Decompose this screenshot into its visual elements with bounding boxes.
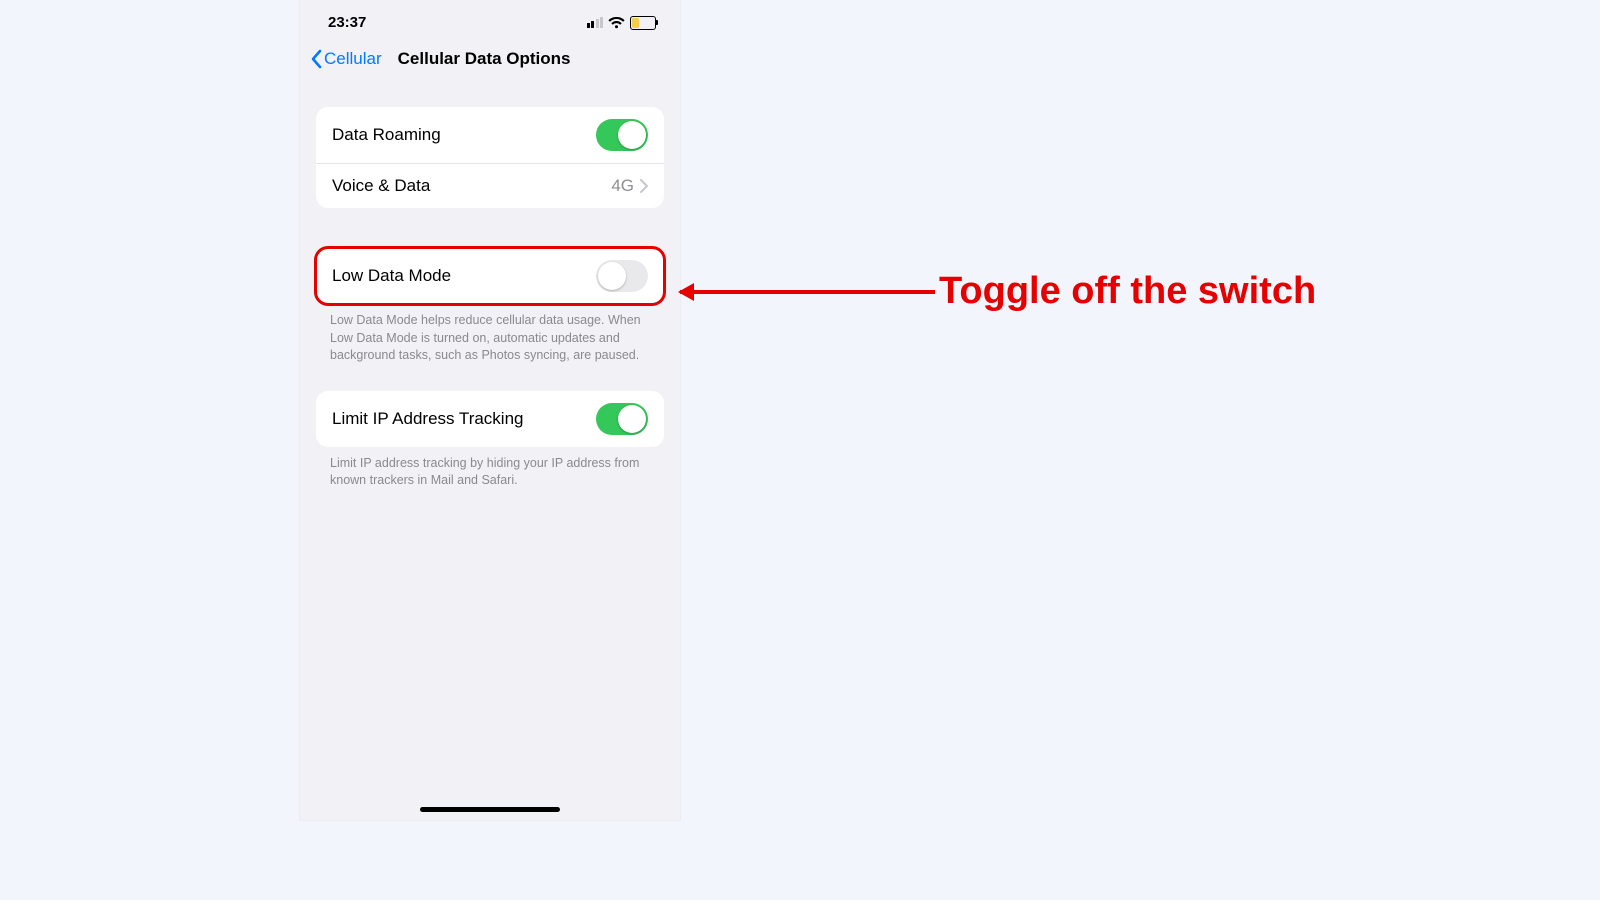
row-low-data-mode[interactable]: Low Data Mode xyxy=(316,248,664,304)
low-data-mode-toggle[interactable] xyxy=(596,260,648,292)
data-roaming-toggle[interactable] xyxy=(596,119,648,151)
cellular-signal-icon xyxy=(587,17,604,28)
nav-header: Cellular Cellular Data Options xyxy=(300,37,680,83)
wifi-icon xyxy=(608,17,625,29)
limit-ip-toggle[interactable] xyxy=(596,403,648,435)
row-data-roaming[interactable]: Data Roaming xyxy=(316,107,664,163)
limit-ip-footer: Limit IP address tracking by hiding your… xyxy=(300,447,680,490)
voice-data-value: 4G xyxy=(611,176,634,196)
chevron-left-icon xyxy=(310,49,322,69)
row-limit-ip[interactable]: Limit IP Address Tracking xyxy=(316,391,664,447)
group-limit-ip: Limit IP Address Tracking xyxy=(316,391,664,447)
annotation: Toggle off the switch xyxy=(680,270,1580,313)
back-button[interactable]: Cellular xyxy=(310,49,382,69)
back-label: Cellular xyxy=(324,49,382,69)
battery-icon xyxy=(630,16,656,30)
phone-screen: 23:37 Cellular Cellular Data Options Dat… xyxy=(300,0,680,820)
group-low-data-mode: Low Data Mode xyxy=(316,248,664,304)
row-label: Low Data Mode xyxy=(332,266,451,286)
status-indicators xyxy=(587,16,657,30)
page-title: Cellular Data Options xyxy=(398,49,571,69)
row-label: Voice & Data xyxy=(332,176,430,196)
annotation-arrow-icon xyxy=(680,290,935,294)
row-label: Data Roaming xyxy=(332,125,441,145)
annotation-text: Toggle off the switch xyxy=(939,270,1316,313)
low-data-footer: Low Data Mode helps reduce cellular data… xyxy=(300,304,680,365)
status-bar: 23:37 xyxy=(300,0,680,37)
row-voice-data[interactable]: Voice & Data 4G xyxy=(316,163,664,208)
group-network: Data Roaming Voice & Data 4G xyxy=(316,107,664,208)
row-label: Limit IP Address Tracking xyxy=(332,409,524,429)
home-indicator[interactable] xyxy=(420,807,560,812)
chevron-right-icon xyxy=(640,179,648,193)
status-time: 23:37 xyxy=(328,14,366,31)
